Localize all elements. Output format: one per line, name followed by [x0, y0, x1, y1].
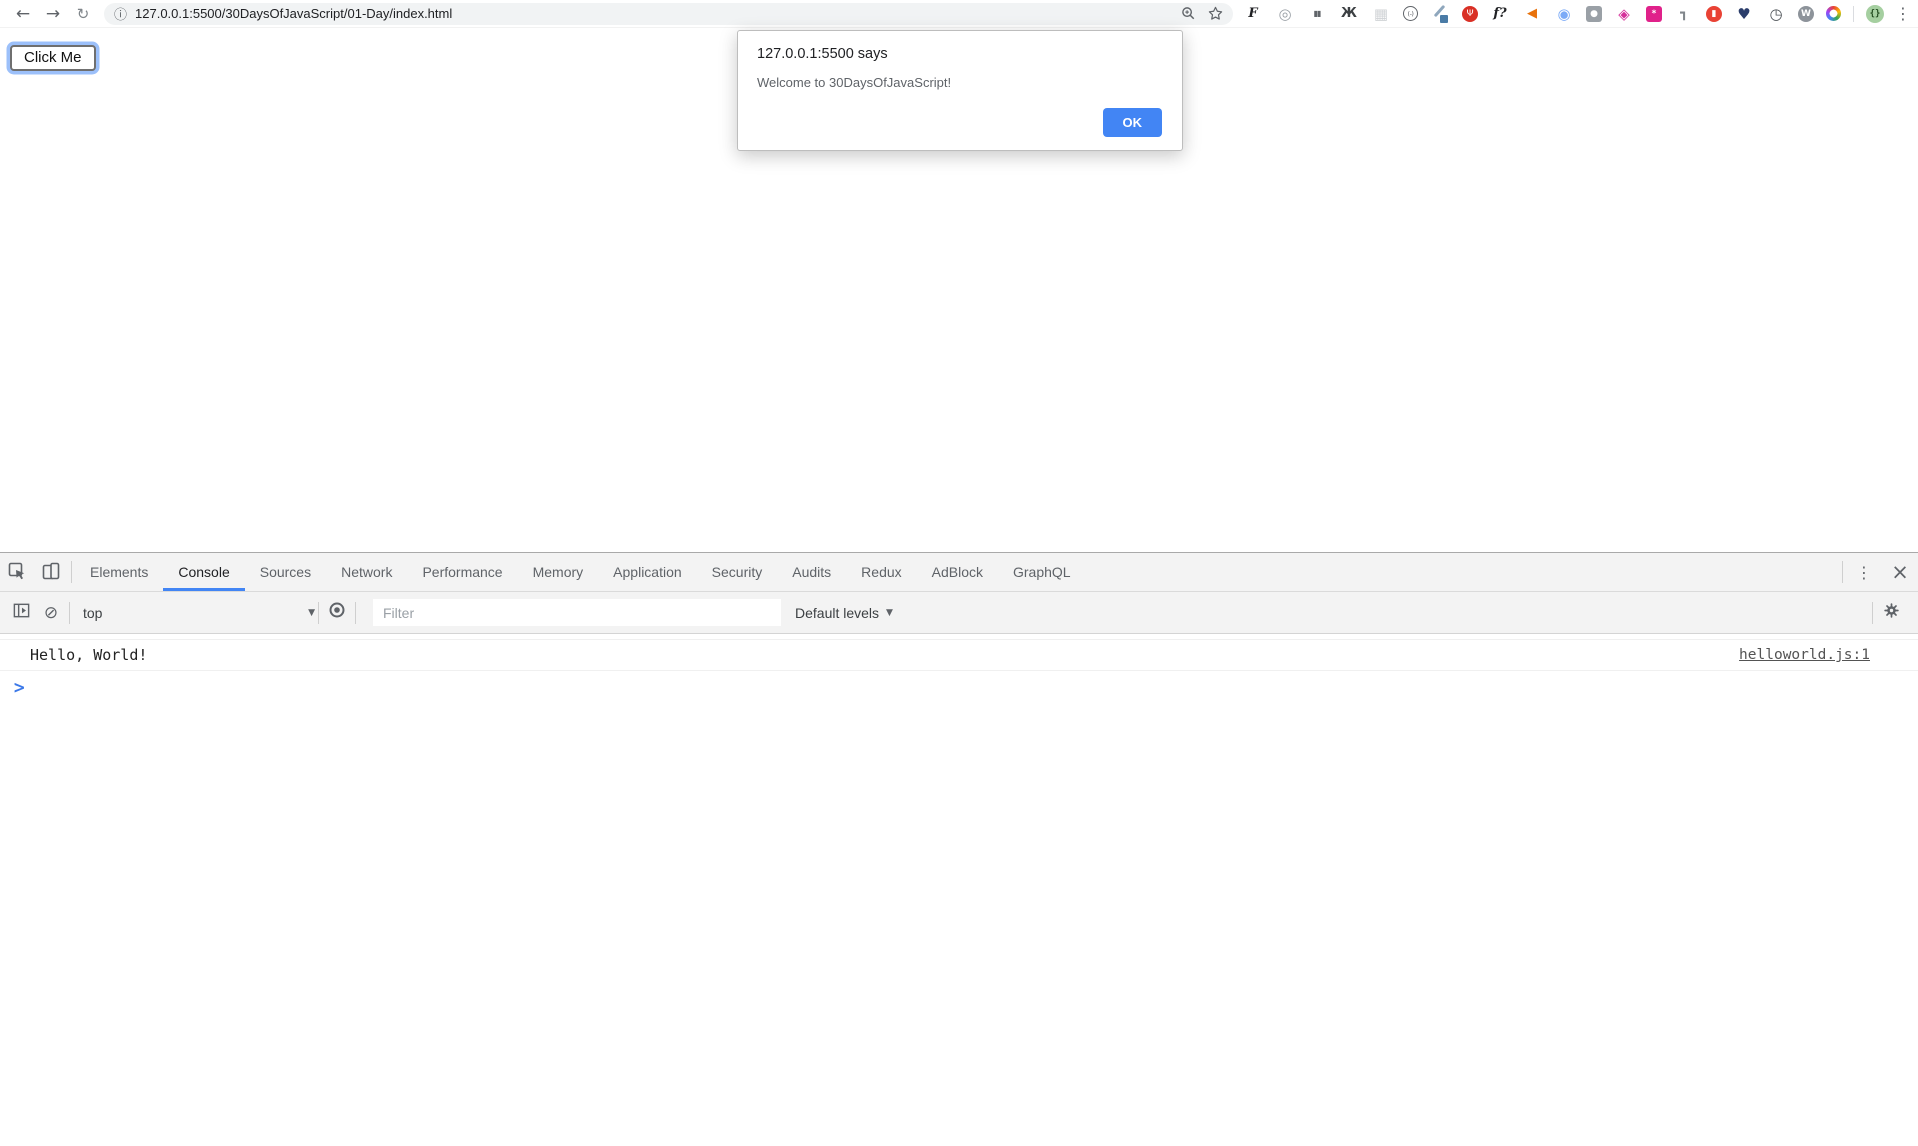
color-ring-extension-icon[interactable]: [1826, 6, 1841, 21]
tab-audits[interactable]: Audits: [777, 553, 846, 591]
clear-console-icon: ⊘: [44, 603, 58, 623]
console-output: Hello, World! helloworld.js:1 >: [0, 634, 1918, 1146]
alert-message: Welcome to 30DaysOfJavaScript!: [738, 62, 1182, 90]
info-icon[interactable]: ⓘ: [114, 4, 127, 23]
console-settings-button[interactable]: [1876, 599, 1906, 627]
tabbar-right-divider: [1842, 561, 1843, 583]
font-question-extension-icon[interactable]: f?: [1490, 4, 1510, 24]
device-toolbar-icon: [41, 561, 61, 584]
inspect-cursor-icon: [7, 561, 27, 584]
alert-ok-button[interactable]: OK: [1103, 108, 1163, 137]
tabbar-divider: [71, 561, 72, 583]
device-toolbar-button[interactable]: [34, 553, 68, 591]
devtools-kebab-icon: ⋮: [1856, 563, 1872, 582]
pink-gear-extension-icon[interactable]: *: [1646, 6, 1662, 22]
devtools-close-icon: ×: [1891, 560, 1909, 584]
eye-icon: [327, 600, 347, 625]
tab-redux[interactable]: Redux: [846, 553, 916, 591]
back-button[interactable]: ←: [8, 1, 38, 27]
megaphone-extension-icon[interactable]: ◀: [1522, 4, 1542, 24]
toolbar-divider-4: [1872, 602, 1873, 624]
minus-circle-extension-icon[interactable]: (-): [1403, 6, 1418, 21]
forward-button[interactable]: →: [38, 1, 68, 27]
back-icon: ←: [16, 4, 30, 24]
alert-dialog: 127.0.0.1:5500 says Welcome to 30DaysOfJ…: [737, 30, 1183, 151]
extensions-divider: [1853, 6, 1854, 22]
click-me-button[interactable]: Click Me: [10, 45, 96, 71]
console-message-text: Hello, World!: [30, 646, 147, 664]
tab-console[interactable]: Console: [163, 553, 244, 591]
context-dropdown-icon: ▼: [308, 608, 315, 618]
extensions-bar: F ◎ ▮▮ Ж ▦ (-) Ψ f? ◀ ◉ ● ◈ * ┓ ▮ ♥ ◷ W …: [1243, 4, 1884, 24]
chrome-menu-button[interactable]: ⋮: [1888, 1, 1918, 27]
tab-network[interactable]: Network: [326, 553, 407, 591]
url-text[interactable]: 127.0.0.1:5500/30DaysOfJavaScript/01-Day…: [135, 6, 452, 21]
browser-toolbar: ← → ↻ ⓘ 127.0.0.1:5500/30DaysOfJavaScrip…: [0, 0, 1918, 28]
devtools-close-button[interactable]: ×: [1882, 553, 1918, 591]
console-prompt-icon: >: [13, 677, 26, 698]
log-levels-label: Default levels: [795, 605, 879, 621]
devtools-menu-button[interactable]: ⋮: [1846, 553, 1882, 591]
w-circle-extension-icon[interactable]: W: [1798, 6, 1814, 22]
reload-button[interactable]: ↻: [68, 1, 98, 27]
tab-performance[interactable]: Performance: [407, 553, 517, 591]
stop-hand-extension-icon[interactable]: Ψ: [1462, 6, 1478, 22]
context-selector[interactable]: top ▼: [83, 605, 315, 621]
bookmark-extension-icon[interactable]: ▮: [1706, 6, 1722, 22]
console-message-row: Hello, World! helloworld.js:1: [0, 639, 1918, 671]
tab-graphql[interactable]: GraphQL: [998, 553, 1086, 591]
toolbar-divider-3: [355, 602, 356, 624]
tab-security[interactable]: Security: [697, 553, 778, 591]
forward-icon: →: [46, 4, 60, 24]
clock-extension-icon[interactable]: ◷: [1766, 4, 1786, 24]
corner-pipe-extension-icon[interactable]: ┓: [1674, 4, 1694, 24]
bookmark-star-icon[interactable]: [1208, 6, 1223, 21]
log-levels-dropdown-icon: ▼: [886, 608, 893, 618]
pattern-extension-icon[interactable]: ▦: [1371, 4, 1391, 24]
address-bar[interactable]: ⓘ 127.0.0.1:5500/30DaysOfJavaScript/01-D…: [104, 3, 1233, 25]
toolbar-divider-2: [318, 602, 319, 624]
orbit-extension-icon[interactable]: ◎: [1275, 4, 1295, 24]
log-levels-selector[interactable]: Default levels ▼: [795, 605, 893, 621]
tab-elements[interactable]: Elements: [75, 553, 163, 591]
clear-console-button[interactable]: ⊘: [36, 599, 66, 627]
inspect-element-button[interactable]: [0, 553, 34, 591]
tab-memory[interactable]: Memory: [518, 553, 599, 591]
camera-extension-icon[interactable]: ●: [1586, 6, 1602, 22]
tab-adblock[interactable]: AdBlock: [917, 553, 998, 591]
bug-extension-icon[interactable]: Ж: [1339, 4, 1359, 24]
heart-search-extension-icon[interactable]: ♥: [1734, 4, 1754, 24]
reload-icon: ↻: [77, 5, 90, 23]
live-expression-eye-button[interactable]: [322, 599, 352, 627]
console-toolbar: ⊘ top ▼ Default levels ▼: [0, 592, 1918, 634]
console-prompt-row[interactable]: >: [0, 671, 1918, 703]
page-content: Click Me 127.0.0.1:5500 says Welcome to …: [0, 28, 1918, 552]
graphql-extension-icon[interactable]: ◈: [1614, 4, 1634, 24]
tab-application[interactable]: Application: [598, 553, 697, 591]
console-filter-input[interactable]: [373, 599, 781, 626]
toolbar-divider-1: [69, 602, 70, 624]
tab-sources[interactable]: Sources: [245, 553, 326, 591]
columns-extension-icon[interactable]: ▮▮: [1307, 4, 1327, 24]
colorpicker-extension-icon[interactable]: [1430, 4, 1450, 24]
kebab-icon: ⋮: [1895, 4, 1911, 23]
context-selector-label: top: [83, 605, 102, 621]
alert-title: 127.0.0.1:5500 says: [738, 31, 1182, 62]
tabbar-spacer: [1086, 553, 1839, 591]
browser-window: ← → ↻ ⓘ 127.0.0.1:5500/30DaysOfJavaScrip…: [0, 0, 1918, 1146]
gear-icon: [1883, 602, 1900, 624]
json-braces-extension-icon[interactable]: {}: [1866, 5, 1884, 23]
console-sidebar-toggle-button[interactable]: [6, 599, 36, 627]
zoom-icon[interactable]: [1181, 6, 1196, 21]
console-sidebar-icon: [12, 601, 31, 625]
swirl-extension-icon[interactable]: ◉: [1554, 4, 1574, 24]
devtools-tab-bar: Elements Console Sources Network Perform…: [0, 553, 1918, 592]
devtools-panel: Elements Console Sources Network Perform…: [0, 552, 1918, 1146]
stylus-extension-icon[interactable]: F: [1243, 4, 1263, 24]
console-source-link[interactable]: helloworld.js:1: [1739, 647, 1870, 663]
